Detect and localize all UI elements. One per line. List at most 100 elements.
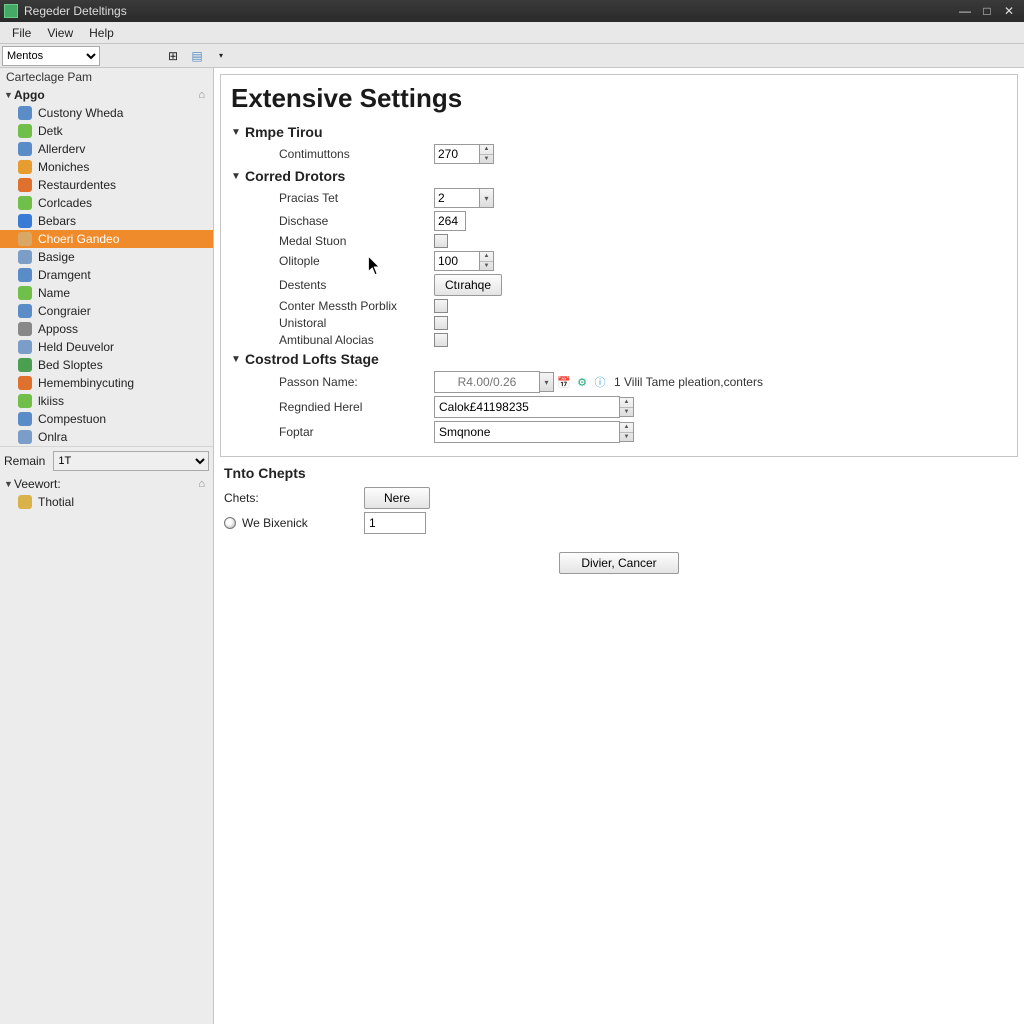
sidebar-item-13[interactable]: Held Deuvelor [0, 338, 213, 356]
item-icon [18, 412, 32, 426]
section-costrod-lofts[interactable]: ▼ Costrod Lofts Stage [231, 351, 1007, 367]
sidebar-group-apgo[interactable]: ▼ Apgo ⌂ [0, 86, 213, 104]
sidebar-item2-0[interactable]: Thotial [0, 493, 213, 511]
menu-view[interactable]: View [39, 24, 81, 42]
sidebar-group2-label: Veewort: [14, 477, 61, 491]
cancel-button[interactable]: Divier, Cancer [559, 552, 679, 574]
section-corred-drotors[interactable]: ▼ Corred Drotors [231, 168, 1007, 184]
toolbar-selector[interactable]: Mentos [2, 46, 100, 66]
destents-label: Destents [279, 278, 434, 292]
dischase-label: Dischase [279, 214, 434, 228]
sidebar-item-label: Congraier [38, 304, 91, 318]
sidebar-item-18[interactable]: Onlra [0, 428, 213, 446]
sidebar-item-label: Bebars [38, 214, 76, 228]
maximize-button[interactable]: □ [976, 2, 998, 20]
menu-help[interactable]: Help [81, 24, 122, 42]
sidebar-item-17[interactable]: Compestuon [0, 410, 213, 428]
amtibunal-checkbox[interactable] [434, 333, 448, 347]
unistoral-checkbox[interactable] [434, 316, 448, 330]
chets-label: Chets: [224, 491, 364, 505]
sidebar-item-3[interactable]: Moniches [0, 158, 213, 176]
sidebar-item-1[interactable]: Detk [0, 122, 213, 140]
item-icon [18, 376, 32, 390]
sidebar-item-label: Detk [38, 124, 63, 138]
chevron-down-icon: ▾ [219, 51, 223, 60]
destents-button[interactable]: Ctırahqe [434, 274, 502, 296]
sidebar-item-5[interactable]: Corlcades [0, 194, 213, 212]
remain-row: Remain 1T [0, 446, 213, 475]
nere-button[interactable]: Nere [364, 487, 430, 509]
passon-input[interactable] [434, 371, 540, 393]
dischase-input[interactable] [434, 211, 466, 231]
sidebar-item-7[interactable]: Choeri Gandeo [0, 230, 213, 248]
remain-label: Remain [4, 454, 45, 468]
foptar-spinner[interactable]: ▲▼ [620, 422, 634, 442]
menu-file[interactable]: File [4, 24, 39, 42]
home-icon[interactable]: ⌂ [198, 478, 209, 490]
contimuttons-spinner[interactable]: ▲▼ [480, 144, 494, 164]
disclosure-icon: ▼ [231, 127, 245, 138]
sidebar-item-14[interactable]: Bed Sloptes [0, 356, 213, 374]
sidebar-item-label: Corlcades [38, 196, 92, 210]
page-title: Extensive Settings [231, 83, 1007, 114]
item-icon [18, 124, 32, 138]
sidebar-item-6[interactable]: Bebars [0, 212, 213, 230]
minimize-button[interactable]: — [954, 2, 976, 20]
item-icon [18, 214, 32, 228]
sidebar-item-label: Compestuon [38, 412, 106, 426]
item-icon [18, 394, 32, 408]
sidebar-item-label: Held Deuvelor [38, 340, 114, 354]
olitople-label: Olitople [279, 254, 434, 268]
disclosure-icon: ▼ [231, 354, 245, 365]
item-icon [18, 142, 32, 156]
calendar-icon[interactable]: 📅 [556, 374, 572, 390]
conter-checkbox[interactable] [434, 299, 448, 313]
info-icon[interactable]: ⓘ [592, 374, 608, 390]
sidebar-item-10[interactable]: Name [0, 284, 213, 302]
close-button[interactable]: ✕ [998, 2, 1020, 20]
passon-dropdown[interactable]: ▾ [540, 372, 554, 392]
sidebar-item-0[interactable]: Custony Wheda [0, 104, 213, 122]
sidebar-item-label: Thotial [38, 495, 74, 509]
sidebar-item-4[interactable]: Restaurdentes [0, 176, 213, 194]
pracias-dropdown[interactable]: ▾ [480, 188, 494, 208]
sidebar-item-label: Apposs [38, 322, 78, 336]
sidebar-item-9[interactable]: Dramgent [0, 266, 213, 284]
config-icon[interactable]: ⚙ [574, 374, 590, 390]
sidebar-item-15[interactable]: Hemembinycuting [0, 374, 213, 392]
sidebar-item-label: Moniches [38, 160, 89, 174]
toolbar-btn-3[interactable]: ▾ [210, 46, 232, 66]
sidebar-item-2[interactable]: Allerderv [0, 140, 213, 158]
sidebar-group-veewort[interactable]: ▼ Veewort: ⌂ [0, 475, 213, 493]
sidebar-item-label: Hemembinycuting [38, 376, 134, 390]
sidebar-item-16[interactable]: lkiiss [0, 392, 213, 410]
sidebar-item-8[interactable]: Basige [0, 248, 213, 266]
toolbar-btn-2[interactable]: ▤ [186, 46, 208, 66]
regnd-input[interactable] [434, 396, 620, 418]
pracias-input[interactable] [434, 188, 480, 208]
sheet-icon: ▤ [191, 49, 202, 63]
remain-select[interactable]: 1T [53, 451, 209, 471]
contimuttons-input[interactable] [434, 144, 480, 164]
app-icon [4, 4, 18, 18]
sidebar-item-11[interactable]: Congraier [0, 302, 213, 320]
medal-checkbox[interactable] [434, 234, 448, 248]
item-icon [18, 232, 32, 246]
olitople-input[interactable] [434, 251, 480, 271]
we-bixenick-input[interactable] [364, 512, 426, 534]
olitople-spinner[interactable]: ▲▼ [480, 251, 494, 271]
settings-panel: Extensive Settings ▼ Rmpe Tirou Contimut… [220, 74, 1018, 457]
sidebar-item-label: Onlra [38, 430, 67, 444]
sidebar-item-12[interactable]: Apposs [0, 320, 213, 338]
medal-label: Medal Stuon [279, 234, 434, 248]
we-bixenick-label: We Bixenick [242, 516, 364, 530]
home-icon[interactable]: ⌂ [198, 89, 209, 101]
sidebar-pane-header: Carteclage Pam [0, 68, 213, 86]
regnd-spinner[interactable]: ▲▼ [620, 397, 634, 417]
foptar-input[interactable] [434, 421, 620, 443]
section-rmpe-tirou[interactable]: ▼ Rmpe Tirou [231, 124, 1007, 140]
we-bixenick-radio[interactable] [224, 517, 236, 529]
item-icon [18, 106, 32, 120]
window-title: Regeder Deteltings [24, 4, 954, 18]
toolbar-btn-1[interactable]: ⊞ [162, 46, 184, 66]
